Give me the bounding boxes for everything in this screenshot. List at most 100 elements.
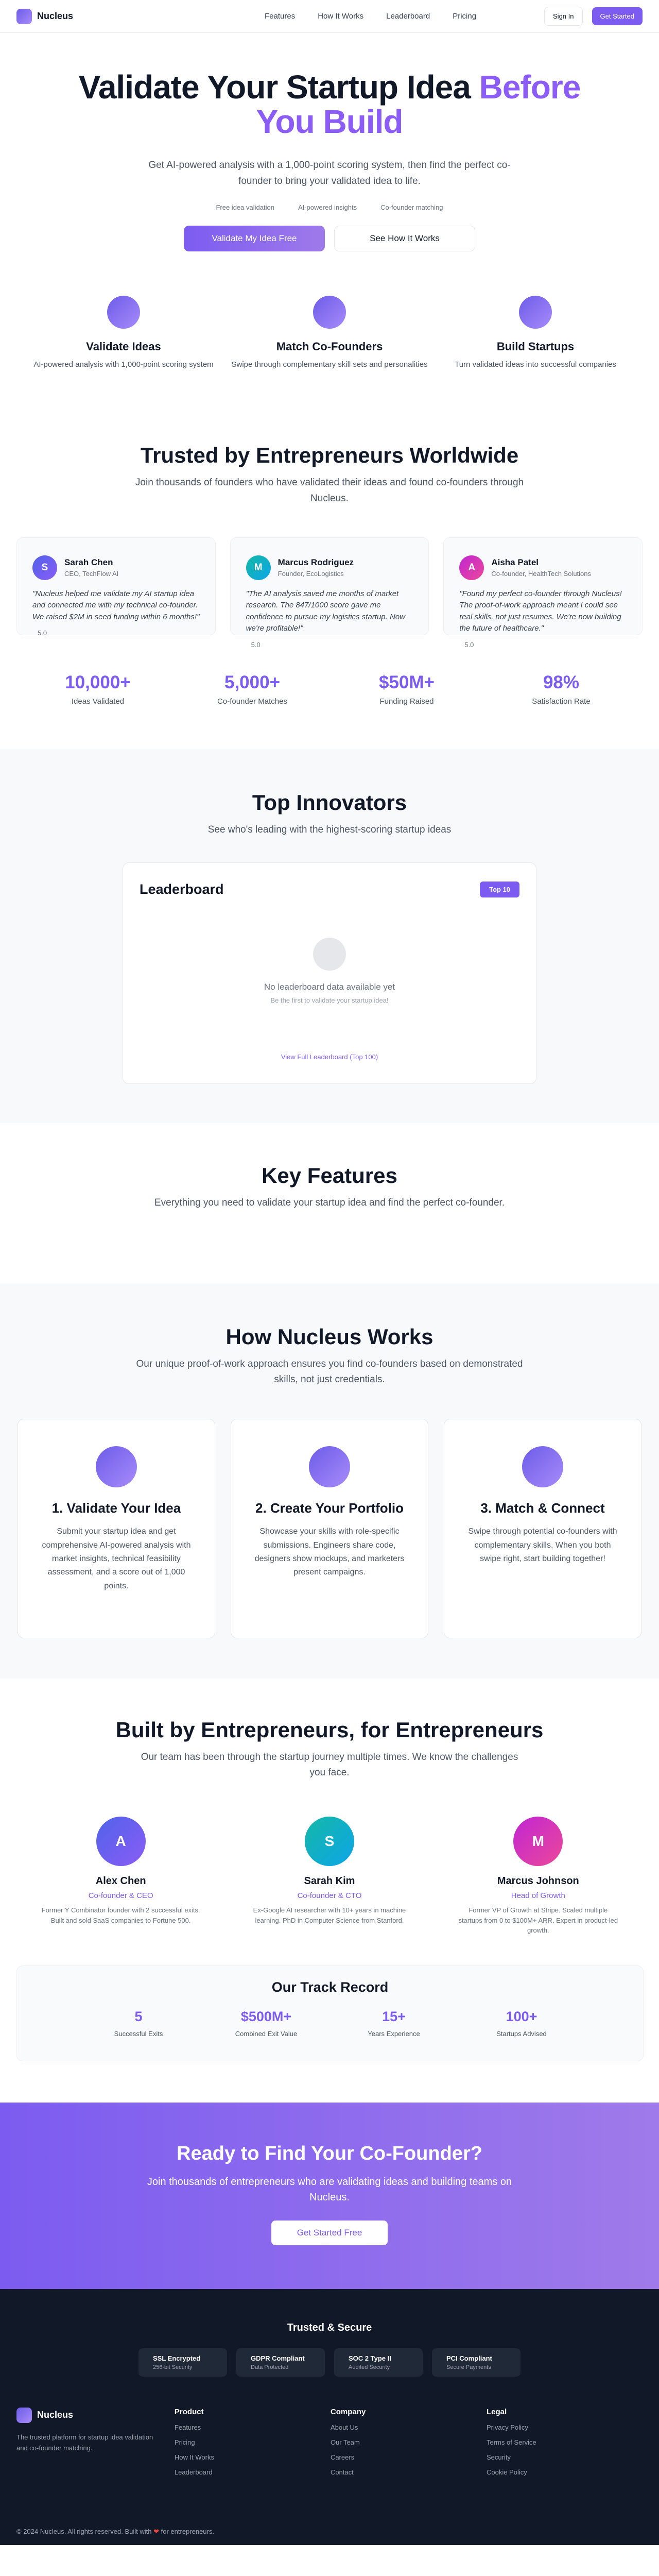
cta-title: Ready to Find Your Co-Founder? — [177, 2142, 482, 2164]
security-badge: SOC 2 Type II Audited Security — [334, 2348, 423, 2377]
footer-brand-name: Nucleus — [37, 2410, 74, 2420]
team-section: Built by Entrepreneurs, for Entrepreneur… — [0, 1679, 659, 2103]
step-card: 1. Validate Your Idea Submit your startu… — [18, 1418, 215, 1638]
see-how-it-works-button[interactable]: See How It Works — [334, 226, 475, 252]
footer-link[interactable]: Privacy Policy — [487, 2424, 643, 2431]
empty-title: No leaderboard data available yet — [264, 982, 395, 992]
step-card: 2. Create Your Portfolio Showcase your s… — [231, 1418, 428, 1638]
secure-title: Trusted & Secure — [287, 2321, 372, 2333]
get-started-button[interactable]: Get Started — [592, 7, 643, 25]
testimonial-rating: 5.0 — [251, 640, 261, 649]
hero-title-accent-1: Before — [479, 69, 581, 106]
footer-link[interactable]: How It Works — [175, 2453, 331, 2461]
footer-link[interactable]: Terms of Service — [487, 2438, 643, 2446]
feature-desc: AI-powered analysis with 1,000-point sco… — [33, 360, 214, 369]
avatar: A — [96, 1817, 146, 1867]
testimonial-card: S Sarah Chen CEO, TechFlow AI "Nucleus h… — [16, 537, 216, 637]
track-record-card: Our Track Record 5 Successful Exits $500M… — [16, 1965, 644, 2061]
footer-link[interactable]: Contact — [331, 2468, 487, 2476]
nav-link-leaderboard[interactable]: Leaderboard — [386, 12, 430, 21]
testimonial-author: Aisha Patel Co-founder, HealthTech Solut… — [491, 557, 591, 578]
feature-item: Validate Ideas AI-powered analysis with … — [21, 296, 227, 371]
avatar: A — [459, 555, 484, 580]
team-member: M Marcus Johnson Head of Growth Former V… — [434, 1817, 643, 1936]
key-features-subtitle: Everything you need to validate your sta… — [154, 1197, 505, 1209]
team-subtitle: Our team has been through the startup jo… — [141, 1751, 518, 1778]
testimonial-quote: "The AI analysis saved me months of mark… — [246, 589, 405, 633]
nav-link-how-it-works[interactable]: How It Works — [318, 12, 363, 21]
feature-title: Validate Ideas — [86, 340, 161, 353]
hero-section: Validate Your Startup Idea Before You Bu… — [0, 33, 659, 280]
get-started-free-button[interactable]: Get Started Free — [271, 2220, 388, 2245]
hero-features: Validate Ideas AI-powered analysis with … — [0, 280, 659, 443]
view-full-leaderboard-link[interactable]: View Full Leaderboard (Top 100) — [123, 1053, 536, 1061]
feature-title: Match Co-Founders — [276, 340, 383, 353]
empty-placeholder-icon — [313, 938, 346, 971]
avatar: S — [304, 1817, 354, 1867]
brand-logo[interactable]: Nucleus — [16, 8, 74, 24]
sign-in-button[interactable]: Sign In — [544, 7, 583, 26]
stat-item: 5,000+ Co-founder Matches — [175, 672, 330, 706]
security-badge: GDPR Compliant Data Protected — [236, 2348, 325, 2377]
testimonial-rating: 5.0 — [464, 640, 474, 649]
testimonial-name: Sarah Chen — [64, 557, 113, 568]
hero-subtitle: Get AI-powered analysis with a 1,000-poi… — [148, 160, 511, 187]
nav-actions: Sign In Get Started — [544, 7, 643, 26]
footer-link[interactable]: Pricing — [175, 2438, 331, 2446]
footer-link[interactable]: Security — [487, 2453, 643, 2461]
avatar: S — [32, 555, 57, 580]
stat-label: Funding Raised — [379, 697, 434, 706]
hero-title-accent-2: You Build — [256, 103, 404, 141]
cta-subtitle: Join thousands of entrepreneurs who are … — [147, 2176, 512, 2203]
testimonial-author: Marcus Rodriguez Founder, EcoLogistics — [278, 557, 354, 578]
step-desc: Showcase your skills with role-specific … — [254, 1527, 405, 1577]
validate-idea-button[interactable]: Validate My Idea Free — [184, 226, 325, 252]
nav-link-features[interactable]: Features — [265, 12, 295, 21]
footer: Trusted & Secure SSL Encrypted 256-bit Se… — [0, 2289, 659, 2545]
security-badges: SSL Encrypted 256-bit Security GDPR Compl… — [16, 2348, 643, 2377]
feature-item: Build Startups Turn validated ideas into… — [432, 296, 638, 371]
footer-col-company: Company About Us Our Team Careers Contac… — [331, 2408, 487, 2476]
stat-number: 5,000+ — [224, 672, 281, 692]
top10-badge: Top 10 — [480, 882, 519, 898]
track-stat: 100+ Startups Advised — [458, 2009, 585, 2038]
trusted-section: Trusted by Entrepreneurs Worldwide Join … — [0, 443, 659, 749]
hero-cta-row: Validate My Idea Free See How It Works — [41, 226, 618, 252]
step-icon — [522, 1446, 563, 1487]
testimonial-name: Aisha Patel — [491, 557, 539, 568]
footer-link[interactable]: Careers — [331, 2453, 487, 2461]
hero-title-main: Validate Your Startup Idea — [78, 69, 471, 106]
brand-name: Nucleus — [37, 11, 74, 21]
testimonial-quote: "Found my perfect co-founder through Nuc… — [459, 589, 622, 633]
nav-link-pricing[interactable]: Pricing — [453, 12, 476, 21]
cta-section: Ready to Find Your Co-Founder? Join thou… — [0, 2102, 659, 2289]
track-stat: 15+ Years Experience — [330, 2009, 458, 2038]
team-title: Built by Entrepreneurs, for Entrepreneur… — [115, 1717, 544, 1742]
member-role: Head of Growth — [511, 1891, 565, 1901]
footer-link[interactable]: Features — [175, 2424, 331, 2431]
copyright-prefix: © 2024 Nucleus. All rights reserved. Bui… — [16, 2527, 152, 2535]
footer-link[interactable]: Cookie Policy — [487, 2468, 643, 2476]
top-innovators-section: Top Innovators See who's leading with th… — [0, 749, 659, 1124]
stat-item: $50M+ Funding Raised — [330, 672, 484, 706]
track-stat: 5 Successful Exits — [75, 2009, 202, 2038]
footer-link[interactable]: Our Team — [331, 2438, 487, 2446]
footer-link[interactable]: About Us — [331, 2424, 487, 2431]
member-role: Co-founder & CTO — [297, 1891, 362, 1901]
footer-col-legal: Legal Privacy Policy Terms of Service Se… — [487, 2408, 643, 2476]
footer-logo[interactable]: Nucleus — [16, 2407, 175, 2423]
track-number: 100+ — [506, 2008, 537, 2024]
footer-brand: Nucleus The trusted platform for startup… — [16, 2407, 175, 2476]
hero-tag: Co-founder matching — [380, 204, 443, 212]
feature-icon — [107, 296, 140, 329]
step-card: 3. Match & Connect Swipe through potenti… — [444, 1418, 641, 1638]
key-features-title: Key Features — [262, 1163, 397, 1188]
nucleus-logo-icon — [16, 2407, 32, 2423]
track-record-title: Our Track Record — [271, 1979, 389, 1995]
testimonial-role: Co-founder, HealthTech Solutions — [491, 570, 592, 578]
top-navbar: Nucleus Features How It Works Leaderboar… — [0, 0, 659, 33]
hero-tag: AI-powered insights — [298, 204, 357, 212]
stat-label: Ideas Validated — [71, 697, 125, 706]
badge-sub: Audited Security — [349, 2364, 390, 2370]
footer-link[interactable]: Leaderboard — [175, 2468, 331, 2476]
